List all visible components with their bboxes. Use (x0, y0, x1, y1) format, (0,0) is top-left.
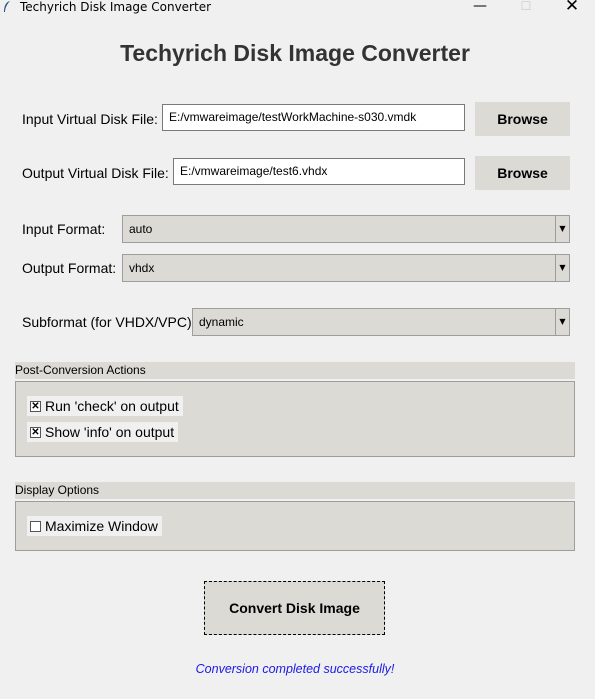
input-format-value: auto (129, 222, 153, 236)
subformat-label: Subformat (for VHDX/VPC): (22, 314, 196, 330)
window-title: Techyrich Disk Image Converter (20, 0, 212, 14)
chevron-down-icon: ▼ (555, 216, 569, 242)
maximize-button[interactable]: ☐ (503, 0, 549, 15)
input-file-field[interactable]: E:/vmwareimage/testWorkMachine-s030.vmdk (162, 104, 465, 131)
maximize-window-label: Maximize Window (45, 518, 158, 534)
chevron-down-icon: ▼ (555, 309, 569, 335)
maximize-window-checkbox[interactable]: Maximize Window (27, 516, 162, 536)
output-format-value: vhdx (129, 261, 155, 275)
minimize-button[interactable]: — (457, 0, 503, 15)
checkbox-box: ✕ (30, 426, 41, 438)
feather-icon (2, 0, 12, 14)
show-info-label: Show 'info' on output (45, 424, 175, 440)
output-file-field[interactable]: E:/vmwareimage/test6.vhdx (173, 158, 465, 185)
subformat-select[interactable]: dynamic ▼ (192, 308, 570, 336)
run-check-label: Run 'check' on output (45, 398, 179, 414)
checkbox-box: ✕ (30, 400, 41, 412)
output-format-label: Output Format: (22, 260, 117, 276)
chevron-down-icon: ▼ (555, 255, 569, 281)
display-options-header: Display Options (15, 482, 575, 499)
status-message: Conversion completed successfully! (195, 662, 395, 676)
input-browse-button[interactable]: Browse (475, 102, 570, 136)
show-info-checkbox[interactable]: ✕ Show 'info' on output (27, 422, 179, 442)
post-actions-header: Post-Conversion Actions (15, 362, 575, 379)
convert-button[interactable]: Convert Disk Image (204, 581, 385, 635)
input-format-label: Input Format: (22, 221, 106, 237)
checkbox-box (30, 520, 41, 532)
run-check-checkbox[interactable]: ✕ Run 'check' on output (27, 396, 183, 416)
output-format-select[interactable]: vhdx ▼ (122, 254, 570, 282)
output-file-label: Output Virtual Disk File: (22, 165, 169, 181)
output-browse-button[interactable]: Browse (475, 156, 570, 190)
page-title: Techyrich Disk Image Converter (120, 40, 470, 66)
close-button[interactable]: ✕ (549, 0, 595, 15)
input-format-select[interactable]: auto ▼ (122, 215, 570, 243)
input-file-label: Input Virtual Disk File: (22, 111, 158, 127)
post-actions-group (15, 381, 575, 457)
subformat-value: dynamic (199, 315, 244, 329)
